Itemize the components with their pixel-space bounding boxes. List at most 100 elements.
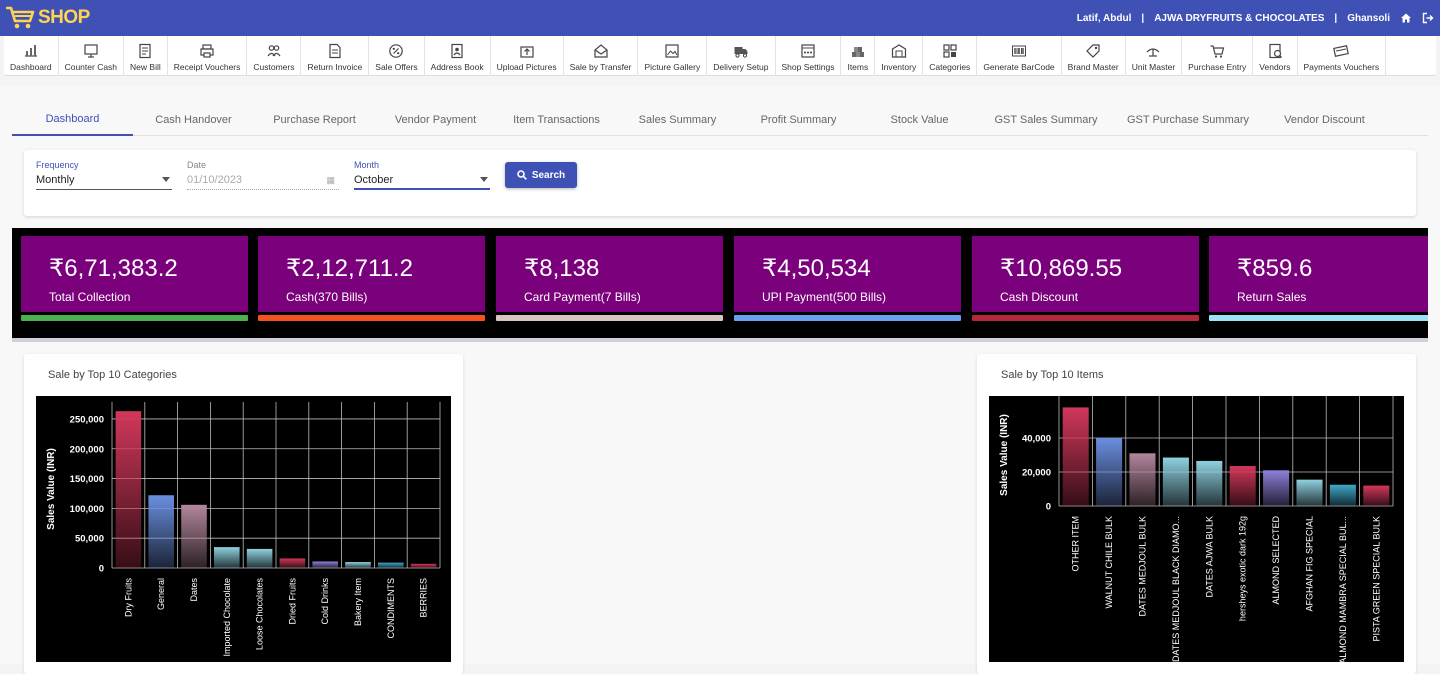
toolbar-item-label: Purchase Entry	[1188, 62, 1247, 72]
toolbar: Dashboard Counter Cash New Bill Receipt Vou…	[4, 36, 1436, 76]
shop-name[interactable]: AJWA DRYFRUITS & CHOCOLATES	[1154, 13, 1324, 24]
toolbar-item-categories[interactable]: Categories	[923, 36, 978, 76]
bar[interactable]	[1363, 485, 1390, 506]
tab-profit-summary[interactable]: Profit Summary	[738, 104, 859, 136]
bar[interactable]	[148, 495, 174, 568]
toolbar-item-sale-offers[interactable]: Sale Offers	[369, 36, 425, 76]
toolbar-item-return-invoice[interactable]: Return Invoice	[301, 36, 370, 76]
separator: |	[1141, 12, 1145, 24]
tab-gst-purchase-summary[interactable]: GST Purchase Summary	[1112, 104, 1264, 136]
toolbar-item-new-bill[interactable]: New Bill	[124, 36, 168, 76]
x-tick-label: Dates	[189, 578, 199, 602]
barcode-icon	[1011, 45, 1026, 57]
stat-accent-bar	[258, 315, 485, 321]
toolbar-item-items[interactable]: Items	[841, 36, 876, 76]
items-chart-card: Sale by Top 10 Items 0 20,000 40,000 Sales …	[977, 354, 1416, 674]
home-icon[interactable]	[1400, 12, 1412, 24]
month-value[interactable]: October	[354, 174, 490, 190]
tab-dashboard[interactable]: Dashboard	[12, 104, 133, 136]
bar[interactable]	[1062, 407, 1089, 506]
chevron-down-icon	[480, 177, 488, 182]
grid-icon	[943, 44, 957, 58]
stat-card: ₹6,71,383.2 Total Collection	[21, 236, 248, 312]
bar[interactable]	[1129, 453, 1156, 506]
bar[interactable]	[1162, 457, 1189, 506]
toolbar-item-customers[interactable]: Customers	[247, 36, 302, 76]
toolbar-item-purchase-entry[interactable]: Purchase Entry	[1182, 36, 1254, 76]
y-tick-label: 50,000	[75, 534, 104, 545]
bar[interactable]	[1263, 470, 1290, 506]
location[interactable]: Ghansoli	[1347, 13, 1390, 24]
bar[interactable]	[246, 548, 273, 568]
toolbar-item-unit-master[interactable]: Unit Master	[1126, 36, 1183, 76]
bar[interactable]	[345, 562, 371, 568]
y-tick-label: 100,000	[70, 504, 104, 515]
tab-gst-sales-summary[interactable]: GST Sales Summary	[980, 104, 1112, 136]
toolbar-item-delivery-setup[interactable]: Delivery Setup	[707, 36, 776, 76]
bar[interactable]	[181, 504, 207, 568]
bar[interactable]	[1229, 466, 1256, 506]
toolbar-item-label: Items	[847, 62, 869, 72]
toolbar-item-label: Delivery Setup	[713, 62, 769, 72]
toolbar-item-payments-vouchers[interactable]: Payments Vouchers	[1298, 36, 1387, 76]
month-select[interactable]: Month October	[354, 160, 490, 190]
x-tick-label: Cold Drinks	[320, 578, 330, 625]
bar[interactable]	[312, 561, 338, 568]
app-logo[interactable]: SHOP	[4, 4, 90, 32]
toolbar-item-receipt-vouchers[interactable]: Receipt Vouchers	[168, 36, 248, 76]
tab-sales-summary[interactable]: Sales Summary	[617, 104, 738, 136]
bar[interactable]	[1196, 460, 1223, 506]
x-tick-label: Loose Chocolates	[255, 578, 265, 651]
frequency-select[interactable]: Frequency Monthly	[36, 160, 172, 190]
logout-icon[interactable]	[1422, 12, 1434, 24]
stat-card: ₹859.6 Return Sales	[1209, 236, 1428, 312]
frequency-value[interactable]: Monthly	[36, 174, 172, 190]
stat-card: ₹10,869.55 Cash Discount	[972, 236, 1199, 312]
stat-card: ₹2,12,711.2 Cash(370 Bills)	[258, 236, 485, 312]
bar[interactable]	[1096, 438, 1123, 506]
tab-vendor-discount[interactable]: Vendor Discount	[1264, 104, 1385, 136]
toolbar-item-address-book[interactable]: Address Book	[425, 36, 491, 76]
toolbar-item-label: New Bill	[130, 62, 161, 72]
tab-cash-handover[interactable]: Cash Handover	[133, 104, 254, 136]
tab-purchase-report[interactable]: Purchase Report	[254, 104, 375, 136]
bar[interactable]	[214, 547, 240, 568]
toolbar-item-inventory[interactable]: Inventory	[875, 36, 924, 76]
toolbar-item-vendors[interactable]: Vendors	[1253, 36, 1298, 76]
frequency-label: Frequency	[36, 160, 79, 170]
toolbar-item-upload-pictures[interactable]: Upload Pictures	[491, 36, 564, 76]
x-tick-label: General	[156, 578, 166, 610]
toolbar-item-label: Receipt Vouchers	[173, 62, 241, 72]
toolbar-item-counter-cash[interactable]: Counter Cash	[59, 36, 125, 76]
bar[interactable]	[378, 562, 404, 568]
date-value[interactable]: 01/10/2023 ▦	[187, 174, 339, 190]
toolbar-item-generate-barcode[interactable]: Generate BarCode	[977, 36, 1062, 76]
percent-icon	[389, 44, 404, 58]
bar[interactable]	[279, 558, 306, 568]
separator: |	[1334, 12, 1338, 24]
stat-accent-bar	[21, 315, 248, 321]
toolbar-item-shop-settings[interactable]: Shop Settings	[776, 36, 842, 76]
stat-label: Return Sales	[1237, 290, 1307, 304]
tab-vendor-payment[interactable]: Vendor Payment	[375, 104, 496, 136]
toolbar-item-sale-by-transfer[interactable]: Sale by Transfer	[564, 36, 639, 76]
search-button[interactable]: Search	[505, 162, 577, 188]
tab-item-transactions[interactable]: Item Transactions	[496, 104, 617, 136]
x-tick-label: Dried Fruits	[287, 578, 297, 625]
bar[interactable]	[115, 411, 142, 568]
y-axis-label: Sales Value (INR)	[999, 414, 1010, 496]
user-name[interactable]: Latif, Abdul	[1077, 13, 1132, 24]
toolbar-item-label: Customers	[253, 62, 295, 72]
date-field[interactable]: Date 01/10/2023 ▦	[187, 160, 339, 190]
bar[interactable]	[410, 563, 437, 568]
y-tick-label: 250,000	[70, 414, 104, 425]
calendar-icon[interactable]: ▦	[326, 175, 335, 186]
toolbar-item-picture-gallery[interactable]: Picture Gallery	[638, 36, 708, 76]
bar[interactable]	[1296, 479, 1323, 506]
toolbar-item-dashboard[interactable]: Dashboard	[4, 36, 59, 76]
tag-icon	[1086, 44, 1100, 58]
tab-stock-value[interactable]: Stock Value	[859, 104, 980, 136]
stat-accent-bar	[1209, 315, 1428, 321]
bar[interactable]	[1329, 484, 1356, 506]
toolbar-item-brand-master[interactable]: Brand Master	[1062, 36, 1126, 76]
